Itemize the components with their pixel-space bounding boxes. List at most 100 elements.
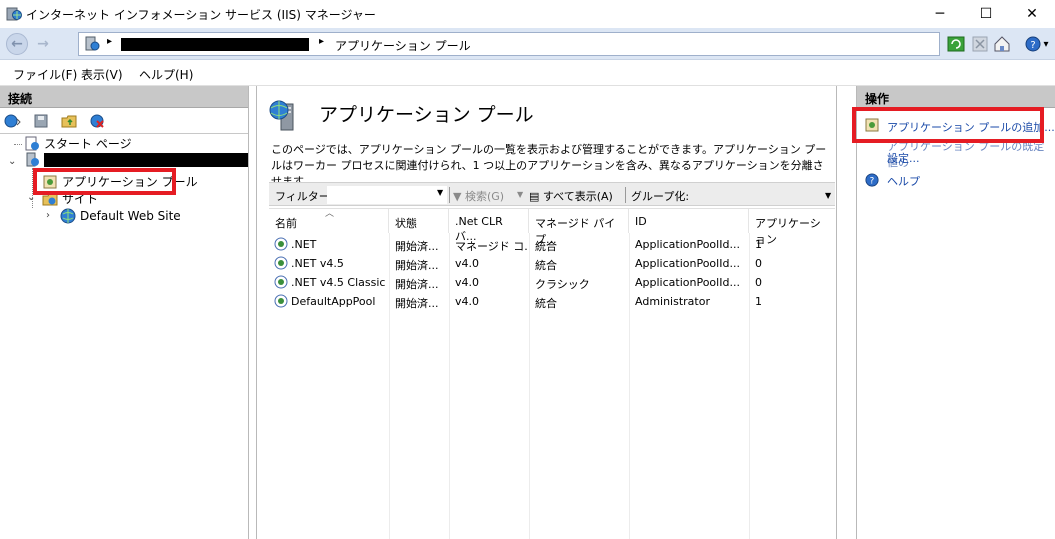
iis-app-icon (6, 7, 22, 21)
highlight-app-pools (33, 168, 176, 195)
chevron-down-icon: ▾ (1043, 38, 1049, 50)
column-divider (749, 233, 750, 539)
start-page-icon (25, 136, 39, 150)
filter-label: フィルター: (275, 190, 334, 203)
maximize-button[interactable]: ☐ (963, 0, 1009, 28)
tree-default-web-site[interactable]: Default Web Site (60, 208, 181, 224)
row-clr: マネージド コ... (455, 240, 527, 253)
help-icon: ? (865, 173, 879, 187)
row-clr: v4.0 (455, 276, 480, 289)
set-defaults-link-line2[interactable]: 設定... (887, 150, 920, 166)
connect-icon[interactable] (4, 113, 22, 129)
actions-header: 操作 (857, 86, 1055, 108)
address-box[interactable]: ▸ ▸ アプリケーション プール (78, 32, 940, 56)
row-clr: v4.0 (455, 257, 480, 270)
row-clr: v4.0 (455, 295, 480, 308)
chevron-down-icon[interactable]: ⌄ (8, 156, 16, 167)
row-pipeline: 統合 (535, 297, 557, 310)
globe-icon (60, 208, 76, 224)
forward-button[interactable]: → (32, 33, 54, 55)
column-status[interactable]: 状態 (389, 209, 449, 233)
row-pipeline: クラシック (535, 278, 590, 291)
table-row[interactable]: .NET (291, 238, 387, 251)
search-button[interactable]: ▼ 検索(G) (453, 188, 504, 204)
row-identity: ApplicationPoolId... (635, 238, 740, 251)
crumb-separator: ▸ (319, 36, 325, 47)
page-title: アプリケーション プール (319, 104, 534, 126)
column-clr[interactable]: .Net CLR バ... (449, 209, 529, 243)
row-status: 開始済... (395, 240, 439, 253)
arrow-right-icon: → (37, 36, 49, 52)
column-pipeline[interactable]: マネージド パイプ... (529, 209, 629, 246)
tree-server-node[interactable] (24, 152, 248, 168)
close-button[interactable]: ✕ (1009, 0, 1055, 28)
row-identity: ApplicationPoolId... (635, 257, 740, 270)
app-pool-list: 名前 ︿ 状態 .Net CLR バ... マネージド パイプ... ID アプ… (269, 208, 835, 539)
svg-text:?: ? (870, 177, 875, 187)
chevron-down-icon[interactable]: ▼ (517, 190, 523, 199)
help-menu-button[interactable]: ? ▾ (1020, 34, 1054, 54)
arrow-left-icon: ← (11, 36, 23, 52)
app-pool-icon (274, 237, 288, 251)
stop-button[interactable] (970, 34, 990, 54)
table-row[interactable]: .NET v4.5 Classic (291, 276, 389, 289)
column-divider (629, 233, 630, 539)
app-pool-icon (274, 275, 288, 289)
menu-help[interactable]: ヘルプ(H) (139, 66, 193, 83)
tree-start-page[interactable]: スタート ページ (24, 135, 132, 152)
column-divider (449, 233, 450, 539)
save-icon[interactable] (32, 113, 50, 129)
folder-up-icon[interactable] (60, 113, 78, 129)
column-applications[interactable]: アプリケーション (749, 209, 835, 246)
tree-label: スタート ページ (44, 137, 132, 151)
refresh-button[interactable] (946, 34, 966, 54)
sort-up-icon: ︿ (325, 209, 335, 219)
tree-line (14, 144, 22, 145)
app-pool-icon (274, 294, 288, 308)
menu-bar: ファイル(F) 表示(V) ヘルプ(H) (0, 60, 1055, 86)
menu-file[interactable]: ファイル(F) (13, 66, 77, 83)
funnel-icon: ▼ (453, 190, 462, 203)
home-icon (994, 36, 1010, 52)
row-applications: 1 (755, 295, 762, 308)
row-status: 開始済... (395, 297, 439, 310)
chevron-right-icon[interactable]: › (46, 210, 50, 221)
back-button[interactable]: ← (6, 33, 28, 55)
table-row[interactable]: .NET v4.5 (291, 257, 387, 270)
show-all-label: すべて表示(A) (542, 190, 613, 203)
row-applications: 1 (755, 238, 762, 251)
row-status: 開始済... (395, 259, 439, 272)
breadcrumb-app-pools[interactable]: アプリケーション プール (335, 37, 471, 54)
table-row[interactable]: DefaultAppPool (291, 295, 387, 308)
filter-input[interactable] (327, 186, 447, 204)
redacted-server-name (44, 153, 248, 167)
show-all-icon: ▤ (529, 190, 540, 203)
row-identity: ApplicationPoolId... (635, 276, 740, 289)
menu-view[interactable]: 表示(V) (81, 66, 123, 83)
svg-text:?: ? (1031, 40, 1036, 51)
crumb-separator: ▸ (107, 36, 113, 47)
row-status: 開始済... (395, 278, 439, 291)
features-view: アプリケーション プール このページでは、アプリケーション プールの一覧を表示お… (256, 86, 837, 539)
highlight-add-app-pool (852, 107, 1044, 143)
group-by-label[interactable]: グループ化: (631, 188, 689, 204)
tree-label: Default Web Site (80, 209, 181, 223)
disconnect-icon[interactable] (88, 113, 106, 129)
minimize-button[interactable]: ─ (917, 0, 963, 28)
column-divider (389, 233, 390, 539)
help-icon: ? (1025, 36, 1041, 52)
row-pipeline: 統合 (535, 240, 557, 253)
title-bar: インターネット インフォメーション サービス (IIS) マネージャー ─ ☐ … (0, 0, 1055, 28)
help-link[interactable]: ヘルプ (887, 173, 920, 189)
server-icon (26, 152, 39, 167)
connections-header: 接続 (0, 86, 248, 108)
column-identity[interactable]: ID (629, 209, 749, 233)
home-button[interactable] (992, 34, 1012, 54)
address-bar: ← → ▸ ▸ アプリケーション プール ? ▾ (0, 28, 1055, 60)
connections-panel: 接続 スタート ページ ⌄ アプリケーション プール ⌄ サイト › Defau… (0, 86, 249, 539)
show-all-button[interactable]: ▤ すべて表示(A) (529, 188, 613, 204)
chevron-down-icon[interactable]: ▼ (437, 188, 443, 197)
row-applications: 0 (755, 276, 762, 289)
chevron-down-icon[interactable]: ▼ (825, 191, 831, 200)
row-applications: 0 (755, 257, 762, 270)
